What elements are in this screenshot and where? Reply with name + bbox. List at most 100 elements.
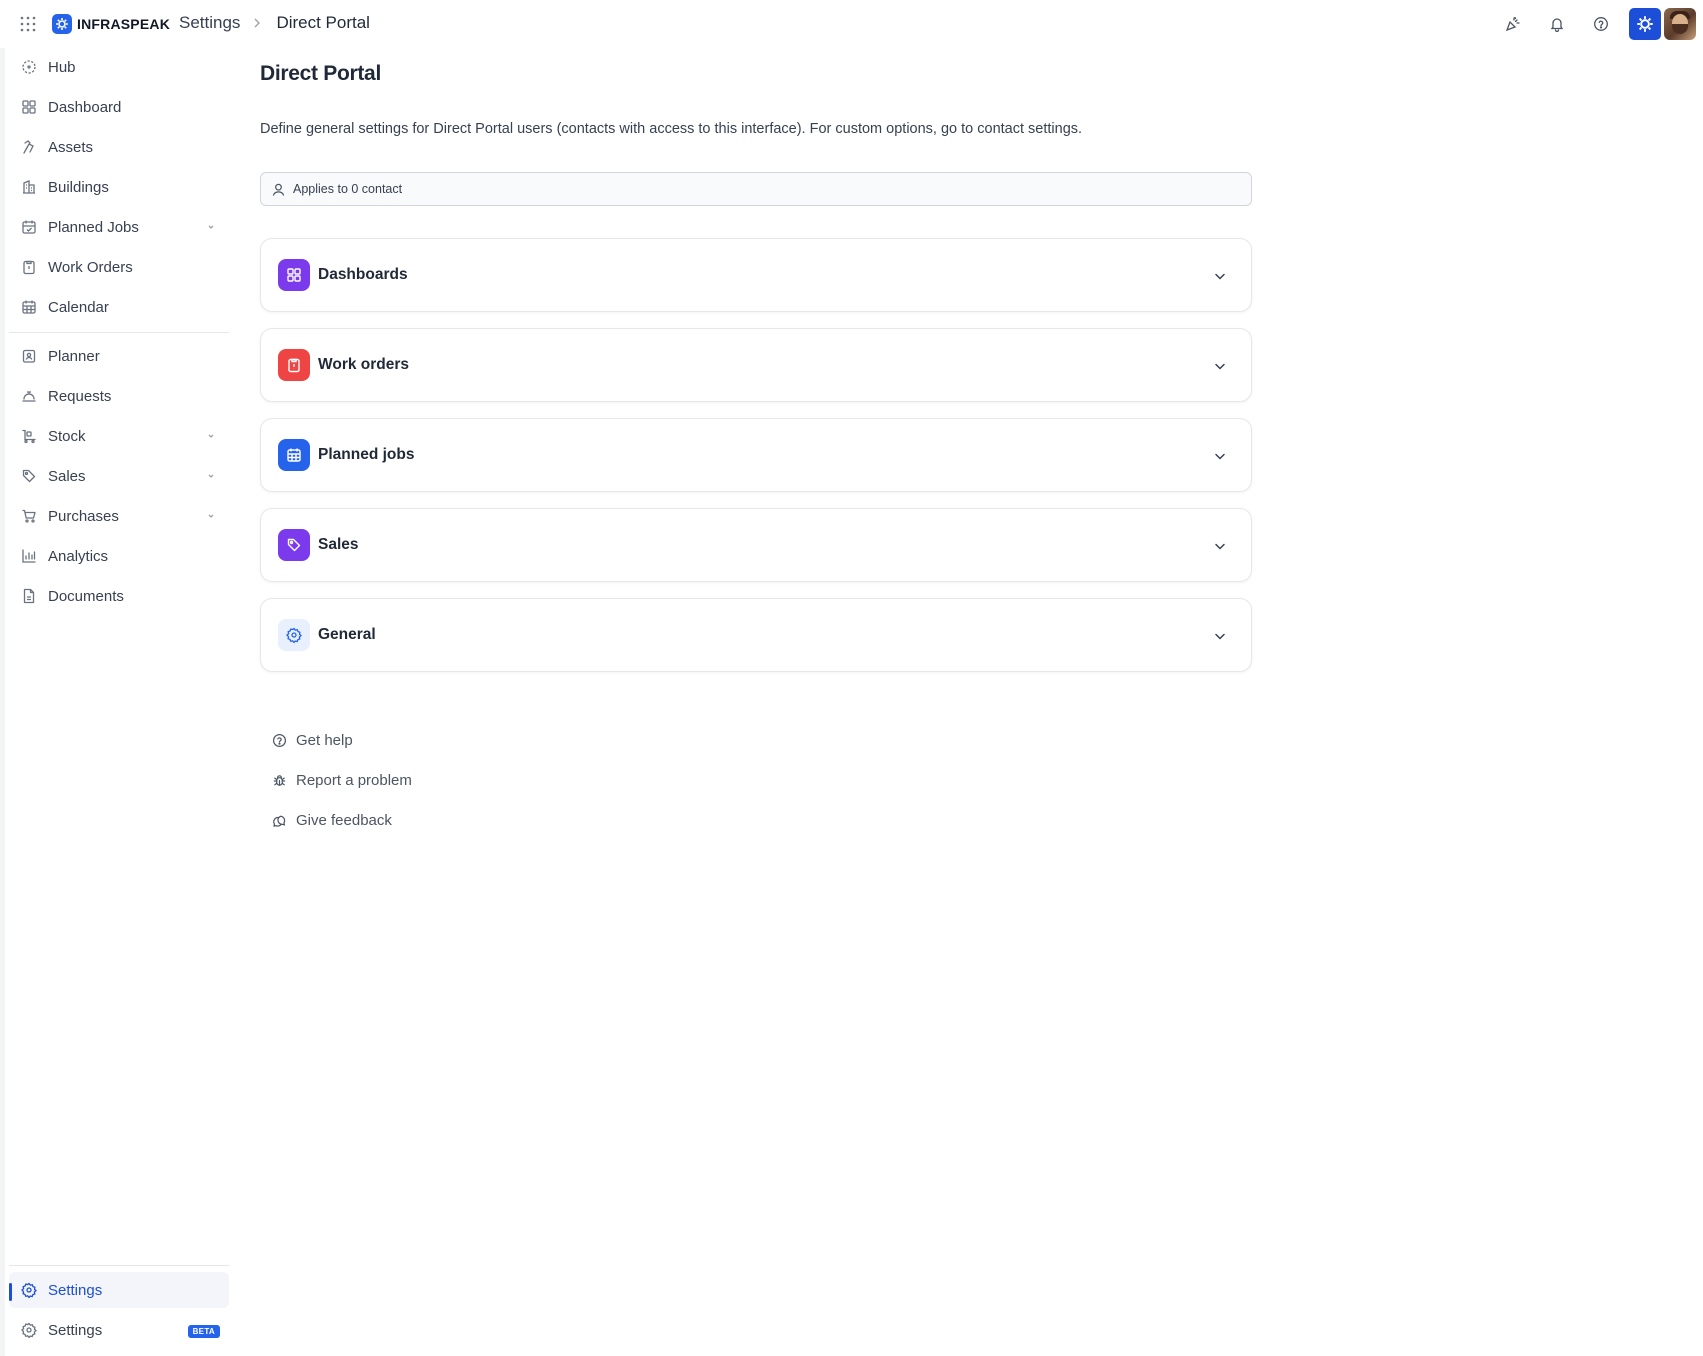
assets-icon (21, 139, 37, 155)
avatar[interactable] (1664, 8, 1696, 40)
document-icon (21, 588, 37, 604)
chevron-right-icon (252, 17, 262, 29)
section-dashboards[interactable]: Dashboards (260, 238, 1252, 312)
buildings-icon (21, 179, 37, 195)
org-logo-icon[interactable] (1629, 8, 1661, 40)
sidebar-item-analytics[interactable]: Analytics (9, 538, 229, 574)
stock-icon (21, 428, 37, 444)
breadcrumb: Settings Direct Portal (179, 13, 370, 33)
chevron-down-icon[interactable] (1213, 359, 1227, 373)
section-planned-jobs[interactable]: Planned jobs (260, 418, 1252, 492)
active-indicator (9, 1283, 12, 1301)
sidebar-item-work-orders[interactable]: Work Orders (9, 249, 229, 285)
sidebar-item-label: Work Orders (48, 258, 133, 276)
chevron-down-icon[interactable] (1213, 269, 1227, 283)
page-description: Define general settings for Direct Porta… (260, 121, 1083, 137)
section-sales[interactable]: Sales (260, 508, 1252, 582)
sidebar-item-requests[interactable]: Requests (9, 378, 229, 414)
get-help-link[interactable]: Get help (272, 728, 353, 752)
sidebar-item-label: Calendar (48, 298, 109, 316)
beta-badge: BETA (187, 1325, 220, 1338)
sidebar-item-assets[interactable]: Assets (9, 129, 229, 165)
applies-to-label: Applies to 0 contact (293, 182, 403, 196)
clipboard-icon (278, 349, 310, 381)
sidebar-item-planner[interactable]: Planner (9, 338, 229, 374)
page-title: Direct Portal (260, 62, 381, 85)
chevron-down-icon[interactable] (1213, 449, 1227, 463)
chevron-down-icon[interactable] (1213, 629, 1227, 643)
sidebar-item-hub[interactable]: Hub (9, 49, 229, 85)
section-label: Planned jobs (318, 446, 415, 463)
sidebar-item-dashboard[interactable]: Dashboard (9, 89, 229, 125)
clipboard-icon (21, 259, 37, 275)
sidebar-item-label: Purchases (48, 507, 119, 525)
gear-icon (21, 1282, 37, 1298)
planner-icon (21, 348, 37, 364)
sidebar-item-buildings[interactable]: Buildings (9, 169, 229, 205)
cart-icon (21, 508, 37, 524)
chevron-down-icon[interactable] (205, 470, 217, 482)
user-icon (271, 182, 286, 197)
help-link-label: Get help (296, 731, 353, 749)
sidebar-item-label: Sales (48, 467, 86, 485)
top-actions (1485, 8, 1703, 40)
sidebar-item-label: Documents (48, 587, 124, 605)
tag-icon (21, 468, 37, 484)
apps-grid-icon[interactable] (18, 14, 38, 34)
sidebar-item-label: Analytics (48, 547, 109, 565)
chart-icon (21, 548, 37, 564)
sidebar-item-label: Planner (48, 347, 100, 365)
hub-icon (21, 59, 37, 75)
chevron-down-icon[interactable] (205, 430, 217, 442)
sidebar-item-label: Stock (48, 427, 86, 445)
tag-icon (278, 529, 310, 561)
brand-logo[interactable]: INFRASPEAK (52, 14, 170, 34)
section-label: General (318, 626, 376, 643)
breadcrumb-settings[interactable]: Settings (179, 13, 240, 33)
applies-to-field[interactable]: Applies to 0 contact (260, 172, 1252, 206)
gear-icon (278, 619, 310, 651)
sidebar-item-purchases[interactable]: Purchases (9, 498, 229, 534)
calendar-icon (278, 439, 310, 471)
report-problem-link[interactable]: Report a problem (272, 768, 412, 792)
bell-service-icon (21, 388, 37, 404)
help-circle-icon[interactable] (1585, 8, 1617, 40)
section-general[interactable]: General (260, 598, 1252, 672)
sidebar-item-stock[interactable]: Stock (9, 418, 229, 454)
bell-icon[interactable] (1541, 8, 1573, 40)
section-work-orders[interactable]: Work orders (260, 328, 1252, 402)
celebrate-icon[interactable] (1497, 8, 1529, 40)
sidebar-item-label: Settings (48, 1281, 103, 1299)
top-bar: INFRASPEAK Settings Direct Portal (0, 0, 1703, 48)
feedback-icon (272, 813, 287, 828)
sidebar-item-settings[interactable]: Settings (9, 1272, 229, 1308)
sidebar-divider (9, 332, 229, 333)
calendar-check-icon (21, 219, 37, 235)
bug-icon (272, 773, 287, 788)
dashboard-icon (278, 259, 310, 291)
sidebar-item-settings-beta[interactable]: Settings BETA (9, 1312, 229, 1348)
help-link-label: Give feedback (296, 811, 392, 829)
sidebar-item-label: Dashboard (48, 98, 122, 116)
gear-icon (21, 1322, 37, 1338)
sidebar-item-sales[interactable]: Sales (9, 458, 229, 494)
sidebar-footer-divider (9, 1265, 229, 1266)
sidebar-item-documents[interactable]: Documents (9, 578, 229, 614)
brand-name: INFRASPEAK (77, 16, 171, 32)
section-label: Work orders (318, 356, 410, 373)
sidebar-item-calendar[interactable]: Calendar (9, 289, 229, 325)
chevron-down-icon[interactable] (205, 221, 217, 233)
infraspeak-logo-icon (52, 14, 72, 34)
chevron-down-icon[interactable] (205, 510, 217, 522)
sidebar-item-planned-jobs[interactable]: Planned Jobs (9, 209, 229, 245)
dashboard-icon (21, 99, 37, 115)
give-feedback-link[interactable]: Give feedback (272, 808, 392, 832)
help-link-label: Report a problem (296, 771, 412, 789)
chevron-down-icon[interactable] (1213, 539, 1227, 553)
section-label: Sales (318, 536, 359, 553)
sidebar-item-label: Buildings (48, 178, 109, 196)
sidebar-item-label: Planned Jobs (48, 218, 139, 236)
help-circle-icon (272, 733, 287, 748)
sidebar-item-label: Requests (48, 387, 112, 405)
sidebar-item-label: Assets (48, 138, 94, 156)
